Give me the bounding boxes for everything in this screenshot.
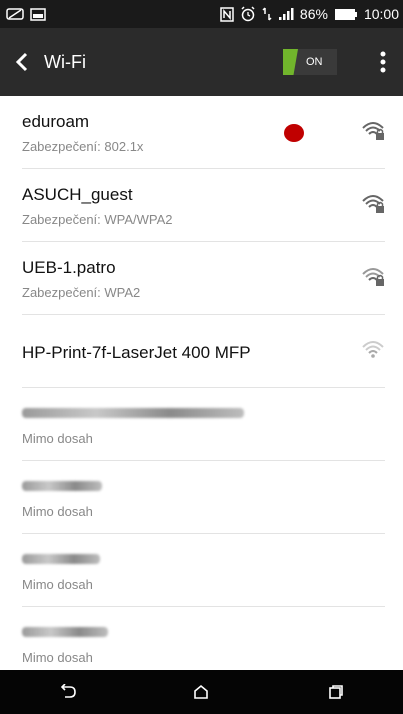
redacted-network-name bbox=[22, 481, 102, 491]
network-list: eduroam Zabezpečení: 802.1x ASUCH_guest … bbox=[0, 96, 403, 670]
network-name: eduroam bbox=[22, 112, 90, 131]
redacted-network-name bbox=[22, 554, 100, 564]
network-item[interactable]: Mimo dosah bbox=[22, 607, 385, 670]
sync-icon bbox=[6, 7, 24, 21]
image-icon bbox=[30, 7, 46, 21]
back-arrow-icon[interactable] bbox=[0, 28, 44, 96]
clock: 10:00 bbox=[363, 6, 399, 22]
toggle-knob bbox=[283, 49, 298, 75]
nav-home-icon[interactable] bbox=[171, 670, 231, 714]
network-item[interactable]: ASUCH_guest Zabezpečení: WPA/WPA2 bbox=[22, 169, 385, 242]
network-security: Zabezpečení: WPA2 bbox=[22, 285, 141, 300]
battery-percent: 86% bbox=[299, 6, 328, 22]
wifi-icon bbox=[361, 337, 385, 366]
nfc-icon bbox=[220, 6, 234, 22]
network-security: Zabezpečení: 802.1x bbox=[22, 139, 144, 154]
redacted-network-name bbox=[22, 408, 244, 418]
wifi-lock-icon bbox=[361, 264, 385, 293]
battery-icon bbox=[334, 8, 358, 21]
action-bar: Wi-Fi ON bbox=[0, 28, 403, 96]
toggle-label: ON bbox=[306, 56, 323, 68]
navigation-bar bbox=[0, 670, 403, 714]
overflow-menu-icon[interactable] bbox=[363, 28, 403, 96]
alarm-icon bbox=[240, 6, 256, 22]
page-title: Wi-Fi bbox=[44, 51, 86, 72]
network-name: ASUCH_guest bbox=[22, 185, 133, 204]
nav-back-icon[interactable] bbox=[37, 670, 97, 714]
network-item[interactable]: Mimo dosah bbox=[22, 388, 385, 461]
network-item[interactable]: Mimo dosah bbox=[22, 461, 385, 534]
network-status: Mimo dosah bbox=[22, 504, 93, 519]
network-status: Mimo dosah bbox=[22, 431, 93, 446]
network-name: HP-Print-7f-LaserJet 400 MFP bbox=[22, 343, 251, 362]
network-item[interactable]: UEB-1.patro Zabezpečení: WPA2 bbox=[22, 242, 385, 315]
network-item[interactable]: eduroam Zabezpečení: 802.1x bbox=[22, 96, 385, 169]
annotation-dot bbox=[284, 124, 304, 142]
nav-recents-icon[interactable] bbox=[306, 670, 366, 714]
wifi-lock-icon bbox=[361, 118, 385, 147]
network-item[interactable]: HP-Print-7f-LaserJet 400 MFP bbox=[22, 315, 385, 388]
network-security: Zabezpečení: WPA/WPA2 bbox=[22, 212, 173, 227]
signal-icon bbox=[278, 7, 294, 21]
wifi-toggle[interactable]: ON bbox=[283, 49, 337, 75]
network-item[interactable]: Mimo dosah bbox=[22, 534, 385, 607]
network-status: Mimo dosah bbox=[22, 577, 93, 592]
status-bar: 86% 10:00 bbox=[0, 0, 403, 28]
network-status: Mimo dosah bbox=[22, 650, 93, 665]
network-name: UEB-1.patro bbox=[22, 258, 116, 277]
data-icon bbox=[262, 6, 272, 22]
redacted-network-name bbox=[22, 627, 108, 637]
wifi-lock-icon bbox=[361, 191, 385, 220]
